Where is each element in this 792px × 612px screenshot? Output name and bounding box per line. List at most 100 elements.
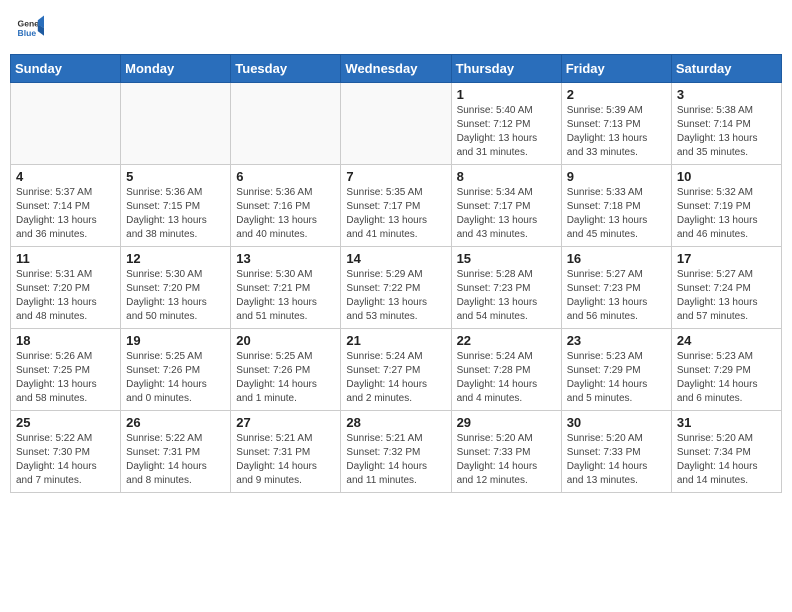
- day-info: Sunrise: 5:24 AM Sunset: 7:28 PM Dayligh…: [457, 350, 556, 406]
- day-info: Sunrise: 5:25 AM Sunset: 7:26 PM Dayligh…: [236, 350, 335, 406]
- day-info: Sunrise: 5:22 AM Sunset: 7:31 PM Dayligh…: [126, 432, 225, 488]
- day-info: Sunrise: 5:28 AM Sunset: 7:23 PM Dayligh…: [457, 268, 556, 324]
- day-info: Sunrise: 5:20 AM Sunset: 7:34 PM Dayligh…: [677, 432, 776, 488]
- day-number: 2: [567, 87, 666, 102]
- calendar-day-cell: 19Sunrise: 5:25 AM Sunset: 7:26 PM Dayli…: [121, 329, 231, 411]
- day-number: 19: [126, 333, 225, 348]
- day-number: 17: [677, 251, 776, 266]
- day-info: Sunrise: 5:27 AM Sunset: 7:23 PM Dayligh…: [567, 268, 666, 324]
- calendar-day-cell: 4 Sunrise: 5:37 AM Sunset: 7:14 PM Daylig…: [11, 165, 121, 247]
- calendar-day-cell: 30 Sunrise: 5:20 AM Sunset: 7:33 PM Dayli…: [561, 411, 671, 493]
- day-info: Sunrise: 5:37 AM Sunset: 7:14 PM Dayligh…: [16, 186, 115, 242]
- calendar-day-cell: 13 Sunrise: 5:30 AM Sunset: 7:21 PM Dayli…: [231, 247, 341, 329]
- calendar-day-cell: 8 Sunrise: 5:34 AM Sunset: 7:17 PM Daylig…: [451, 165, 561, 247]
- calendar-day-cell: 5 Sunrise: 5:36 AM Sunset: 7:15 PM Daylig…: [121, 165, 231, 247]
- calendar-table: SundayMondayTuesdayWednesdayThursdayFrid…: [10, 54, 782, 493]
- day-number: 9: [567, 169, 666, 184]
- calendar-day-cell: 31 Sunrise: 5:20 AM Sunset: 7:34 PM Dayli…: [671, 411, 781, 493]
- logo: General Blue: [16, 14, 44, 42]
- day-info: Sunrise: 5:36 AM Sunset: 7:15 PM Dayligh…: [126, 186, 225, 242]
- calendar-day-cell: 21 Sunrise: 5:24 AM Sunset: 7:27 PM Dayli…: [341, 329, 451, 411]
- calendar-day-cell: 6Sunrise: 5:36 AM Sunset: 7:16 PM Daylig…: [231, 165, 341, 247]
- calendar-day-cell: 16 Sunrise: 5:27 AM Sunset: 7:23 PM Dayli…: [561, 247, 671, 329]
- day-number: 27: [236, 415, 335, 430]
- day-info: Sunrise: 5:31 AM Sunset: 7:20 PM Dayligh…: [16, 268, 115, 324]
- day-number: 3: [677, 87, 776, 102]
- calendar-week-row: 25 Sunrise: 5:22 AM Sunset: 7:30 PM Dayli…: [11, 411, 782, 493]
- day-info: Sunrise: 5:26 AM Sunset: 7:25 PM Dayligh…: [16, 350, 115, 406]
- weekday-header-friday: Friday: [561, 55, 671, 83]
- calendar-day-cell: 10Sunrise: 5:32 AM Sunset: 7:19 PM Dayli…: [671, 165, 781, 247]
- day-info: Sunrise: 5:39 AM Sunset: 7:13 PM Dayligh…: [567, 104, 666, 160]
- day-number: 12: [126, 251, 225, 266]
- calendar-day-cell: 7 Sunrise: 5:35 AM Sunset: 7:17 PM Daylig…: [341, 165, 451, 247]
- weekday-header-monday: Monday: [121, 55, 231, 83]
- day-info: Sunrise: 5:24 AM Sunset: 7:27 PM Dayligh…: [346, 350, 445, 406]
- day-number: 1: [457, 87, 556, 102]
- calendar-day-cell: 2 Sunrise: 5:39 AM Sunset: 7:13 PM Daylig…: [561, 83, 671, 165]
- calendar-week-row: 18Sunrise: 5:26 AM Sunset: 7:25 PM Dayli…: [11, 329, 782, 411]
- day-number: 15: [457, 251, 556, 266]
- svg-text:Blue: Blue: [18, 28, 37, 38]
- day-info: Sunrise: 5:29 AM Sunset: 7:22 PM Dayligh…: [346, 268, 445, 324]
- day-info: Sunrise: 5:30 AM Sunset: 7:21 PM Dayligh…: [236, 268, 335, 324]
- day-info: Sunrise: 5:33 AM Sunset: 7:18 PM Dayligh…: [567, 186, 666, 242]
- day-number: 16: [567, 251, 666, 266]
- day-number: 29: [457, 415, 556, 430]
- calendar-day-cell: 18Sunrise: 5:26 AM Sunset: 7:25 PM Dayli…: [11, 329, 121, 411]
- calendar-day-cell: 12 Sunrise: 5:30 AM Sunset: 7:20 PM Dayli…: [121, 247, 231, 329]
- day-number: 5: [126, 169, 225, 184]
- day-info: Sunrise: 5:30 AM Sunset: 7:20 PM Dayligh…: [126, 268, 225, 324]
- day-info: Sunrise: 5:20 AM Sunset: 7:33 PM Dayligh…: [457, 432, 556, 488]
- day-number: 4: [16, 169, 115, 184]
- day-info: Sunrise: 5:20 AM Sunset: 7:33 PM Dayligh…: [567, 432, 666, 488]
- calendar-day-cell: 28Sunrise: 5:21 AM Sunset: 7:32 PM Dayli…: [341, 411, 451, 493]
- weekday-header-saturday: Saturday: [671, 55, 781, 83]
- calendar-day-cell: 11 Sunrise: 5:31 AM Sunset: 7:20 PM Dayli…: [11, 247, 121, 329]
- weekday-header-sunday: Sunday: [11, 55, 121, 83]
- calendar-day-cell: 20Sunrise: 5:25 AM Sunset: 7:26 PM Dayli…: [231, 329, 341, 411]
- day-number: 8: [457, 169, 556, 184]
- calendar-day-cell: 25 Sunrise: 5:22 AM Sunset: 7:30 PM Dayli…: [11, 411, 121, 493]
- day-info: Sunrise: 5:23 AM Sunset: 7:29 PM Dayligh…: [677, 350, 776, 406]
- day-number: 11: [16, 251, 115, 266]
- day-info: Sunrise: 5:27 AM Sunset: 7:24 PM Dayligh…: [677, 268, 776, 324]
- calendar-week-row: 4 Sunrise: 5:37 AM Sunset: 7:14 PM Daylig…: [11, 165, 782, 247]
- day-number: 24: [677, 333, 776, 348]
- day-number: 23: [567, 333, 666, 348]
- calendar-day-cell: 22 Sunrise: 5:24 AM Sunset: 7:28 PM Dayli…: [451, 329, 561, 411]
- calendar-day-cell: 29 Sunrise: 5:20 AM Sunset: 7:33 PM Dayli…: [451, 411, 561, 493]
- calendar-day-cell: [341, 83, 451, 165]
- weekday-header-wednesday: Wednesday: [341, 55, 451, 83]
- day-info: Sunrise: 5:21 AM Sunset: 7:31 PM Dayligh…: [236, 432, 335, 488]
- calendar-day-cell: 27 Sunrise: 5:21 AM Sunset: 7:31 PM Dayli…: [231, 411, 341, 493]
- day-info: Sunrise: 5:36 AM Sunset: 7:16 PM Dayligh…: [236, 186, 335, 242]
- calendar-day-cell: 1 Sunrise: 5:40 AM Sunset: 7:12 PM Daylig…: [451, 83, 561, 165]
- page-header: General Blue: [10, 10, 782, 46]
- day-number: 7: [346, 169, 445, 184]
- calendar-day-cell: [121, 83, 231, 165]
- day-info: Sunrise: 5:40 AM Sunset: 7:12 PM Dayligh…: [457, 104, 556, 160]
- weekday-header-thursday: Thursday: [451, 55, 561, 83]
- calendar-header-row: SundayMondayTuesdayWednesdayThursdayFrid…: [11, 55, 782, 83]
- day-info: Sunrise: 5:32 AM Sunset: 7:19 PM Dayligh…: [677, 186, 776, 242]
- day-info: Sunrise: 5:35 AM Sunset: 7:17 PM Dayligh…: [346, 186, 445, 242]
- day-number: 30: [567, 415, 666, 430]
- day-number: 13: [236, 251, 335, 266]
- calendar-day-cell: 17 Sunrise: 5:27 AM Sunset: 7:24 PM Dayli…: [671, 247, 781, 329]
- day-info: Sunrise: 5:34 AM Sunset: 7:17 PM Dayligh…: [457, 186, 556, 242]
- day-number: 31: [677, 415, 776, 430]
- day-number: 25: [16, 415, 115, 430]
- day-number: 26: [126, 415, 225, 430]
- calendar-day-cell: 24 Sunrise: 5:23 AM Sunset: 7:29 PM Dayli…: [671, 329, 781, 411]
- day-number: 28: [346, 415, 445, 430]
- calendar-day-cell: [11, 83, 121, 165]
- calendar-week-row: 1 Sunrise: 5:40 AM Sunset: 7:12 PM Daylig…: [11, 83, 782, 165]
- day-info: Sunrise: 5:38 AM Sunset: 7:14 PM Dayligh…: [677, 104, 776, 160]
- day-number: 22: [457, 333, 556, 348]
- calendar-day-cell: 23Sunrise: 5:23 AM Sunset: 7:29 PM Dayli…: [561, 329, 671, 411]
- day-number: 21: [346, 333, 445, 348]
- day-number: 14: [346, 251, 445, 266]
- calendar-day-cell: [231, 83, 341, 165]
- day-info: Sunrise: 5:22 AM Sunset: 7:30 PM Dayligh…: [16, 432, 115, 488]
